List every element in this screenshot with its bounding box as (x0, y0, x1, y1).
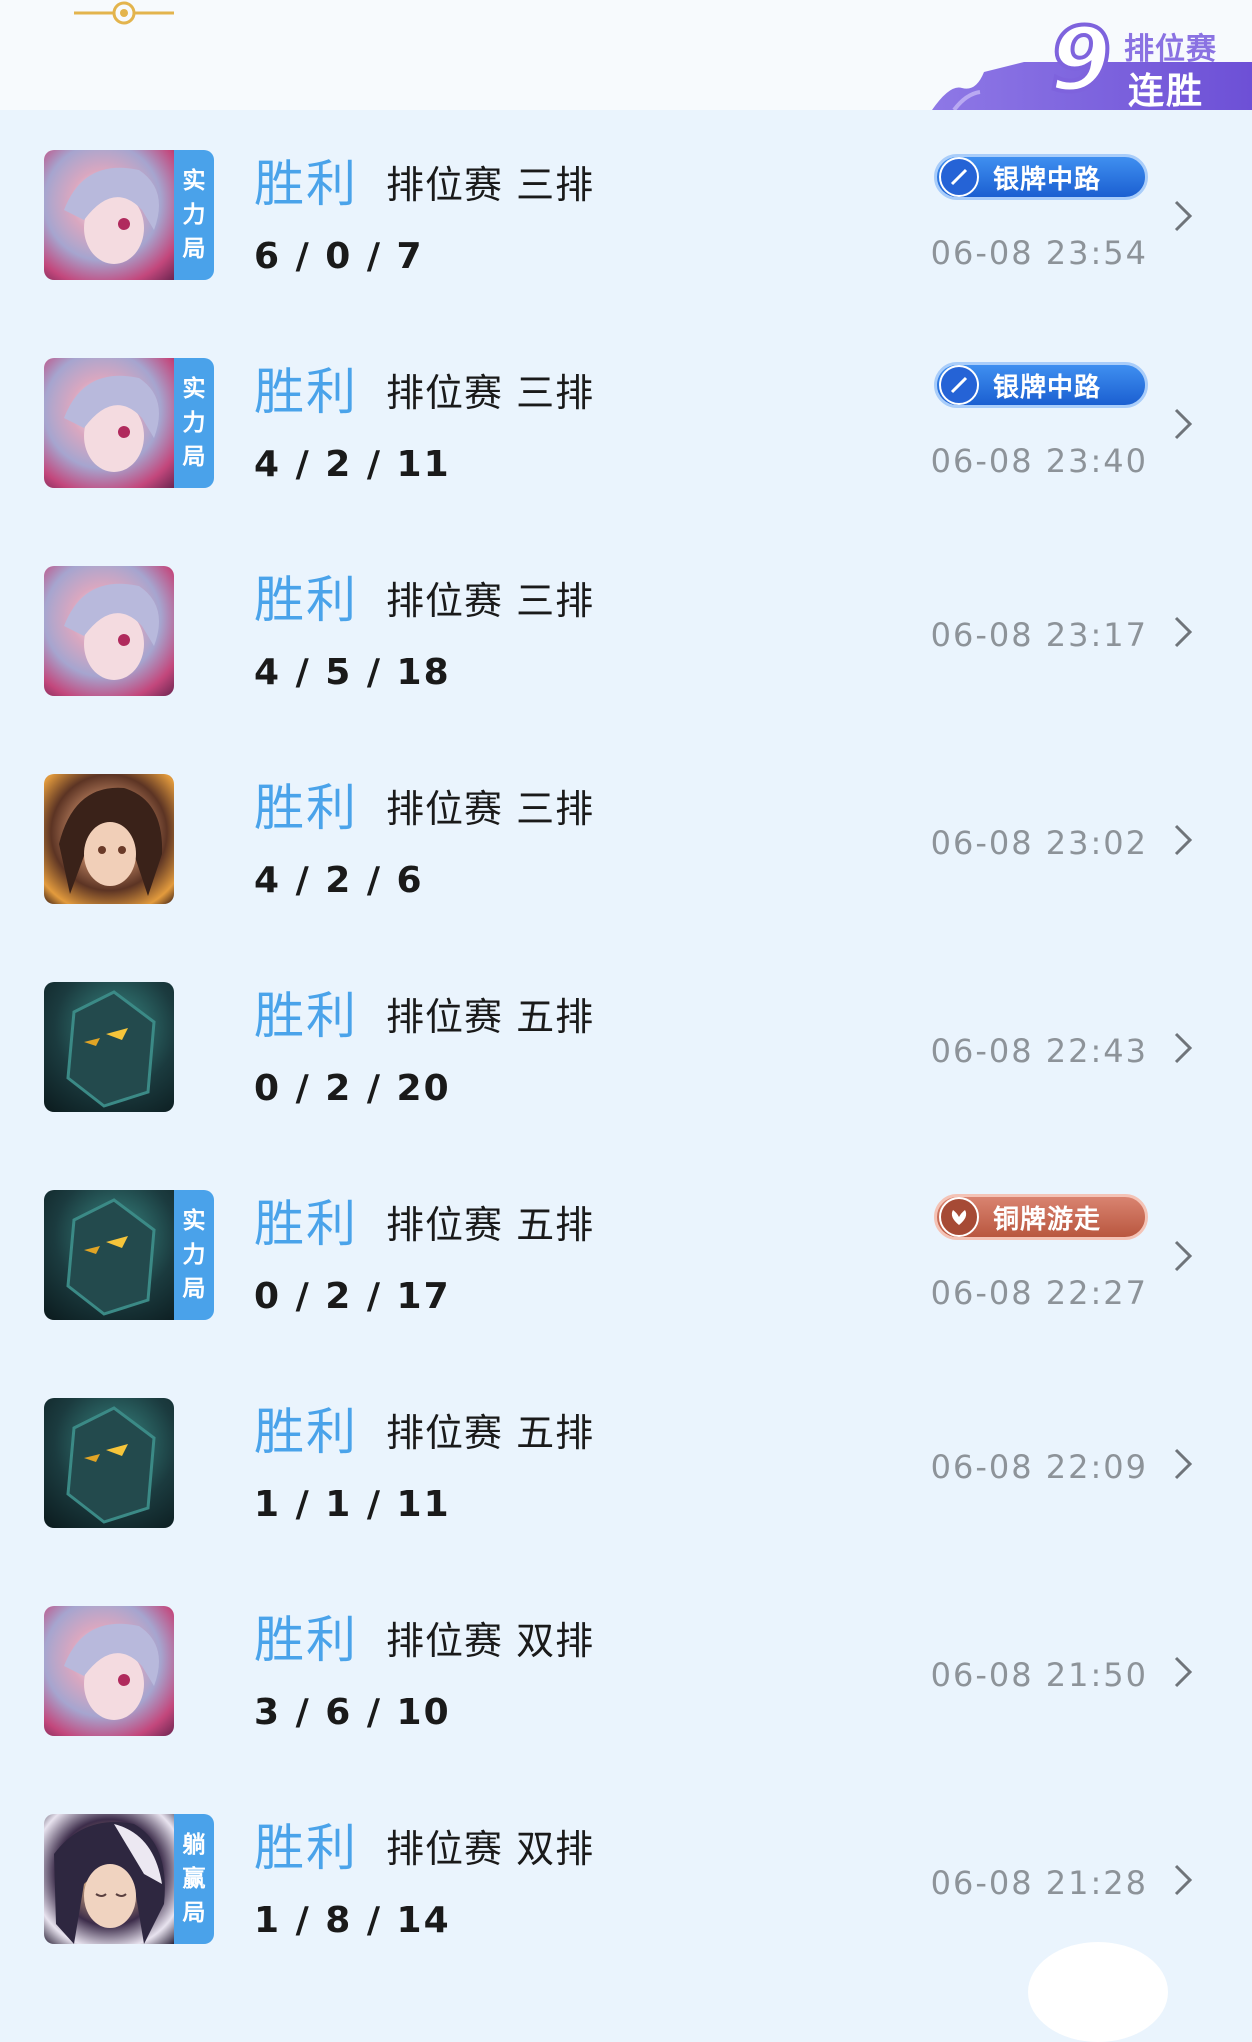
match-mode: 排位赛 三排 (386, 787, 595, 831)
match-row[interactable]: 胜利 排位赛 五排 0 / 2 / 20 06-08 22:43 (0, 942, 1252, 1150)
streak-label-wins: 连胜 (1128, 71, 1205, 112)
hero-avatar-white-hair-icon (44, 1814, 174, 1944)
match-kda: 0 / 2 / 17 (254, 1276, 451, 1317)
mid-lane-icon (939, 157, 979, 197)
match-mode: 排位赛 三排 (386, 371, 595, 415)
hero-avatar-pink-hair-icon (44, 1606, 174, 1736)
match-result: 胜利 (254, 363, 358, 421)
match-kda: 0 / 2 / 20 (254, 1068, 451, 1109)
match-result: 胜利 (254, 1819, 358, 1877)
match-kda: 4 / 2 / 6 (254, 860, 424, 901)
match-time: 06-08 23:02 (930, 824, 1148, 862)
match-row[interactable]: 实力局 胜利 排位赛 五排 0 / 2 / 17 铜牌游走 06-08 22:2… (0, 1150, 1252, 1358)
match-mode: 排位赛 双排 (386, 1619, 595, 1663)
hero-avatar-armored-icon (44, 1190, 174, 1320)
match-row[interactable]: 胜利 排位赛 双排 3 / 6 / 10 06-08 21:50 (0, 1566, 1252, 1774)
match-quality-tag: 躺赢局 (174, 1814, 214, 1944)
rank-badge: 银牌中路 (934, 154, 1148, 200)
chevron-right-icon (1174, 1240, 1193, 1272)
chevron-right-icon (1174, 824, 1193, 856)
match-quality-tag: 实力局 (174, 358, 214, 488)
streak-count: 9 (1048, 8, 1113, 111)
chevron-right-icon (1174, 1864, 1193, 1896)
match-mode: 排位赛 三排 (386, 579, 595, 623)
match-time: 06-08 21:50 (930, 1656, 1148, 1694)
match-result: 胜利 (254, 571, 358, 629)
match-mode: 排位赛 三排 (386, 163, 595, 207)
match-result: 胜利 (254, 155, 358, 213)
match-time: 06-08 23:54 (930, 234, 1148, 272)
divider-ornament-icon (74, 1, 174, 25)
match-row[interactable]: 胜利 排位赛 三排 4 / 2 / 6 06-08 23:02 (0, 734, 1252, 942)
match-kda: 4 / 2 / 11 (254, 444, 451, 485)
top-bar: 9 排位赛 连胜 (0, 0, 1252, 112)
match-mode: 排位赛 双排 (386, 1827, 595, 1871)
mid-lane-icon (939, 365, 979, 405)
rank-badge-label: 铜牌游走 (993, 1204, 1102, 1235)
chevron-right-icon (1174, 1032, 1193, 1064)
match-mode: 排位赛 五排 (386, 995, 595, 1039)
rank-badge: 铜牌游走 (934, 1194, 1148, 1240)
match-kda: 3 / 6 / 10 (254, 1692, 451, 1733)
chevron-right-icon (1174, 1656, 1193, 1688)
match-kda: 1 / 1 / 11 (254, 1484, 451, 1525)
match-time: 06-08 22:09 (930, 1448, 1148, 1486)
match-kda: 1 / 8 / 14 (254, 1900, 451, 1941)
rank-badge-label: 银牌中路 (993, 164, 1102, 195)
match-quality-tag: 实力局 (174, 1190, 214, 1320)
match-result: 胜利 (254, 779, 358, 837)
match-kda: 4 / 5 / 18 (254, 652, 451, 693)
match-time: 06-08 23:17 (930, 616, 1148, 654)
rank-badge-label: 银牌中路 (993, 372, 1102, 403)
chevron-right-icon (1174, 408, 1193, 440)
match-mode: 排位赛 五排 (386, 1411, 595, 1455)
hero-avatar-pink-hair-icon (44, 150, 174, 280)
match-result: 胜利 (254, 1403, 358, 1461)
chevron-right-icon (1174, 616, 1193, 648)
match-time: 06-08 22:27 (930, 1274, 1148, 1312)
match-time: 06-08 22:43 (930, 1032, 1148, 1070)
support-role-icon (939, 1197, 979, 1237)
hero-avatar-pink-hair-icon (44, 566, 174, 696)
match-row[interactable]: 实力局 胜利 排位赛 三排 4 / 2 / 11 银牌中路 06-08 23:4… (0, 318, 1252, 526)
match-mode: 排位赛 五排 (386, 1203, 595, 1247)
hero-avatar-armored-icon (44, 982, 174, 1112)
match-row[interactable]: 胜利 排位赛 三排 4 / 5 / 18 06-08 23:17 (0, 526, 1252, 734)
match-time: 06-08 21:28 (930, 1864, 1148, 1902)
match-quality-tag: 实力局 (174, 150, 214, 280)
chevron-right-icon (1174, 200, 1193, 232)
hero-avatar-pink-hair-icon (44, 358, 174, 488)
hero-avatar-brown-hair-icon (44, 774, 174, 904)
match-history-list: 实力局 胜利 排位赛 三排 6 / 0 / 7 银牌中路 06-08 23:54… (0, 110, 1252, 1982)
hero-avatar-armored-icon (44, 1398, 174, 1528)
match-result: 胜利 (254, 1195, 358, 1253)
match-row[interactable]: 实力局 胜利 排位赛 三排 6 / 0 / 7 银牌中路 06-08 23:54 (0, 110, 1252, 318)
rank-badge: 银牌中路 (934, 362, 1148, 408)
match-result: 胜利 (254, 987, 358, 1045)
win-streak-banner: 9 排位赛 连胜 (932, 14, 1252, 112)
floating-action-bubble[interactable] (1028, 1942, 1168, 2042)
match-row[interactable]: 胜利 排位赛 五排 1 / 1 / 11 06-08 22:09 (0, 1358, 1252, 1566)
match-result: 胜利 (254, 1611, 358, 1669)
chevron-right-icon (1174, 1448, 1193, 1480)
match-time: 06-08 23:40 (930, 442, 1148, 480)
match-kda: 6 / 0 / 7 (254, 236, 424, 277)
